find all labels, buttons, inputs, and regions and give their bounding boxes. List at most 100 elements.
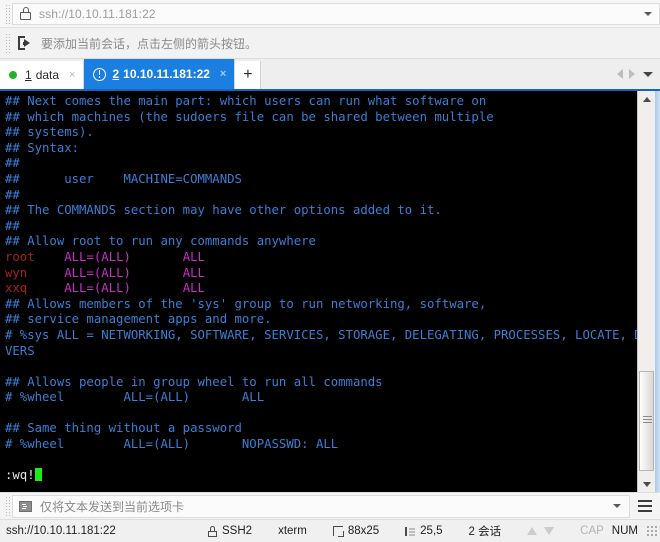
terminal-text: ## service management apps and more.	[5, 312, 272, 327]
address-input[interactable]: ssh://10.10.11.181:22	[12, 2, 660, 25]
status-cursor-position: 25,5	[405, 525, 443, 537]
cursor-position-icon	[405, 526, 416, 536]
terminal-line: ## Allows people in group wheel to run a…	[5, 375, 637, 391]
terminal-text: xxq	[5, 281, 28, 296]
hint-toolbar-grip[interactable]	[5, 33, 10, 53]
new-tab-button[interactable]: +	[235, 61, 262, 89]
status-transfer-indicators	[527, 527, 555, 535]
hint-text: 要添加当前会话，点击左侧的箭头按钮。	[41, 36, 258, 51]
chevron-down-icon[interactable]	[644, 11, 652, 16]
terminal-text: ## Allows members of the 'sys' group to …	[5, 296, 487, 311]
terminal-text: ## user MACHINE=COMMANDS	[5, 171, 242, 186]
terminal-line: ## systems).	[5, 125, 637, 141]
terminal-text: wyn	[5, 265, 28, 280]
terminal-text: ##	[5, 187, 20, 202]
terminal-line: ##	[5, 156, 637, 172]
tab-bar-filler	[261, 59, 617, 89]
green-dot-icon	[9, 71, 17, 79]
add-session-arrow-icon	[18, 36, 33, 50]
scrollbar-thumb[interactable]	[639, 371, 654, 471]
terminal-text: ALL	[182, 281, 205, 296]
hamburger-menu-icon[interactable]	[634, 495, 656, 517]
terminal-text: ## Allows people in group wheel to run a…	[5, 374, 383, 389]
download-arrow-icon	[544, 527, 555, 535]
terminal-text: ALL=(ALL)	[64, 281, 131, 296]
status-terminal-type-label: xterm	[278, 525, 307, 537]
tab-index: 1	[25, 68, 32, 82]
resize-icon	[332, 526, 344, 537]
terminal-scrollbar[interactable]	[637, 91, 655, 492]
terminal-text: ## Syntax:	[5, 140, 80, 155]
send-text-toolbar: 仅将文本发送到当前选项卡	[0, 492, 660, 520]
terminal-line: ## Same thing without a password	[5, 421, 637, 437]
close-icon[interactable]: ×	[220, 68, 226, 80]
terminal-text: root	[5, 249, 35, 264]
terminal-text: ## Allow root to run any commands anywhe…	[5, 234, 316, 249]
terminal-text: ALL	[182, 265, 205, 280]
tab-nav-controls	[617, 59, 660, 89]
terminal-line: ##	[5, 219, 637, 235]
chevron-right-icon[interactable]	[629, 69, 635, 79]
xshell-window: ssh://10.10.11.181:22 要添加当前会话，点击左侧的箭头按钮。…	[0, 0, 660, 542]
send-toolbar-grip[interactable]	[5, 496, 10, 516]
scroll-up-arrow-icon[interactable]	[638, 91, 655, 107]
terminal-line: # %wheel ALL=(ALL) ALL	[5, 390, 637, 406]
terminal-line: ## which machines (the sudoers file can …	[5, 110, 637, 126]
terminal-area: ## Next comes the main part: which users…	[0, 91, 660, 492]
status-sessions-label: 2 会话	[468, 526, 502, 538]
status-caps-lock: CAP	[580, 525, 604, 537]
window-edge	[655, 91, 660, 492]
lock-icon	[19, 7, 32, 20]
chevron-left-icon[interactable]	[617, 69, 623, 79]
chevron-down-icon[interactable]	[613, 504, 621, 508]
terminal-line: ## service management apps and more.	[5, 312, 637, 328]
scroll-down-arrow-icon[interactable]	[638, 476, 655, 492]
terminal-line: ## Allows members of the 'sys' group to …	[5, 297, 637, 313]
terminal-line: :wq!	[5, 468, 637, 484]
terminal-line: # %sys ALL = NETWORKING, SOFTWARE, SERVI…	[5, 328, 637, 344]
tab-label: 10.10.11.181:22	[123, 67, 210, 81]
toolbar-grip[interactable]	[5, 3, 10, 24]
terminal-line: ## Syntax:	[5, 141, 637, 157]
status-protocol-label: SSH2	[222, 525, 253, 537]
terminal-text: ALL=(ALL)	[64, 265, 131, 280]
terminal-cursor	[34, 468, 42, 482]
add-session-hint[interactable]: 要添加当前会话，点击左侧的箭头按钮。	[12, 31, 660, 56]
chevron-down-icon[interactable]	[643, 71, 653, 77]
terminal-text: ALL=(ALL)	[64, 249, 131, 264]
terminal-text: # %wheel ALL=(ALL) ALL	[5, 390, 265, 405]
terminal-text: :wq!	[5, 468, 35, 483]
status-cursor-label: 25,5	[420, 525, 443, 537]
terminal-text: VERS	[5, 343, 35, 358]
warning-circle-icon	[93, 67, 107, 81]
resize-grip-icon[interactable]	[646, 525, 658, 537]
terminal-line: # %wheel ALL=(ALL) NOPASSWD: ALL	[5, 437, 637, 453]
send-text-input[interactable]: 仅将文本发送到当前选项卡	[12, 494, 630, 518]
terminal-line: ## Next comes the main part: which users…	[5, 94, 637, 110]
status-size-label: 88x25	[347, 525, 380, 537]
terminal-line: ## Allow root to run any commands anywhe…	[5, 234, 637, 250]
status-protocol: SSH2	[208, 525, 252, 537]
upload-arrow-icon	[527, 527, 538, 535]
tab-data[interactable]: 1 data ×	[0, 61, 85, 89]
terminal-text: # %wheel ALL=(ALL) NOPASSWD: ALL	[5, 437, 339, 452]
tab-index: 2	[112, 67, 120, 81]
send-text-placeholder: 仅将文本发送到当前选项卡	[40, 499, 185, 514]
close-icon[interactable]: ×	[69, 69, 75, 81]
terminal-text: ## Same thing without a password	[5, 421, 242, 436]
terminal-line: ##	[5, 188, 637, 204]
tab-10-10-11-181[interactable]: 2 10.10.11.181:22 ×	[84, 59, 236, 89]
tab-label: data	[35, 68, 60, 82]
terminal-output[interactable]: ## Next comes the main part: which users…	[1, 91, 637, 492]
address-toolbar: ssh://10.10.11.181:22	[0, 0, 660, 28]
terminal-line: ## The COMMANDS section may have other o…	[5, 203, 637, 219]
terminal-text: ##	[5, 156, 20, 171]
status-bar: ssh://10.10.11.181:22 SSH2 xterm 88x25 2…	[0, 520, 660, 542]
